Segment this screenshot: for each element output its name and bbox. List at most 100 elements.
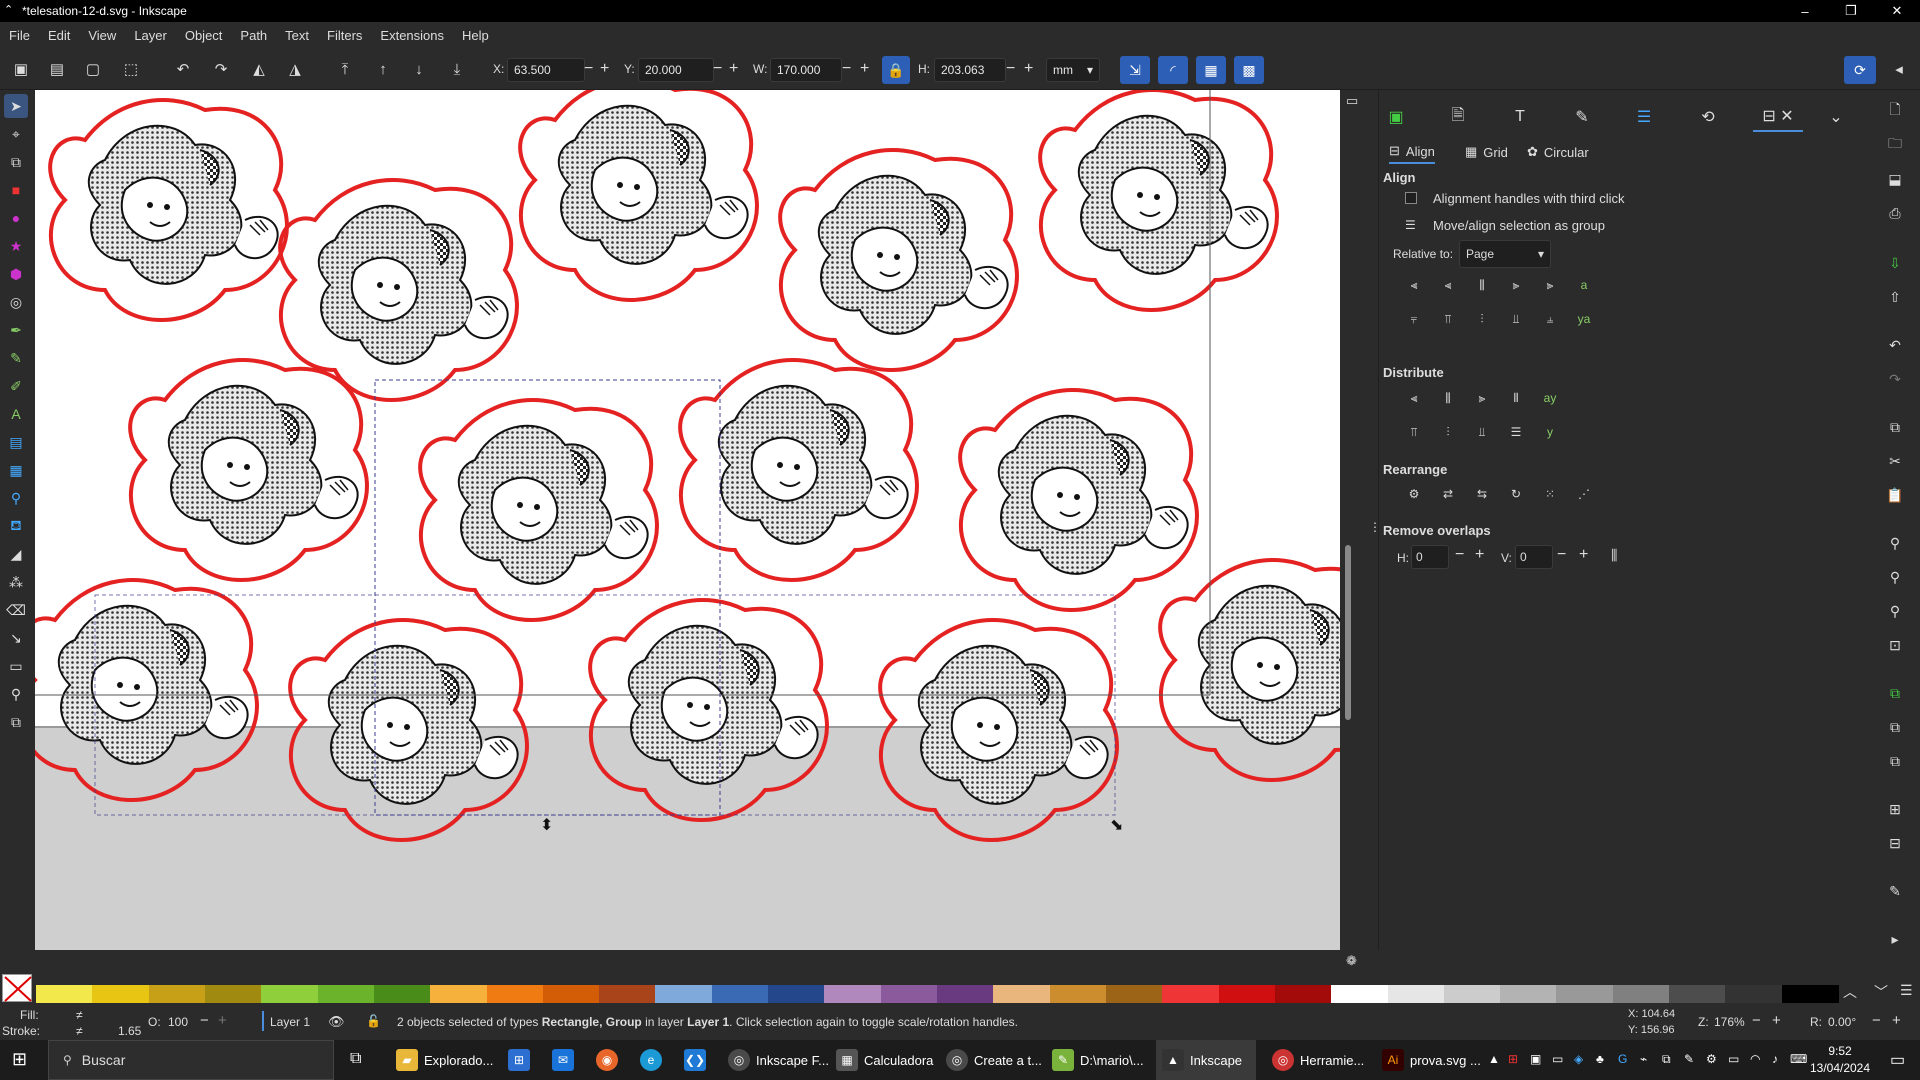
distribute-gaps-v-icon[interactable]: ☰ (1505, 421, 1527, 443)
task-calculator[interactable]: ▦ Calculadora (830, 1040, 939, 1080)
store-icon[interactable]: ⊞ (508, 1049, 530, 1071)
pages-tool-icon[interactable]: ⧉ (4, 710, 28, 734)
palette-swatch[interactable] (542, 985, 600, 1003)
palette-swatch[interactable] (92, 985, 150, 1003)
distribute-left-icon[interactable]: ⫷ (1403, 387, 1425, 409)
deselect-icon[interactable]: ▢ (80, 56, 106, 82)
flip-horizontal-icon[interactable]: ◭ (246, 56, 272, 82)
align-bottom-to-top-icon[interactable]: ⫧ (1403, 308, 1425, 330)
distribute-baseline-v-icon[interactable]: y (1539, 421, 1561, 443)
rotation-minus-icon[interactable]: − (1872, 1012, 1881, 1029)
canvas[interactable]: ⬍ ⬊ (35, 90, 1340, 950)
select-all-layers-icon[interactable]: ▤ (44, 56, 70, 82)
notifications-icon[interactable]: ▭ (1890, 1050, 1905, 1070)
tray-screen-icon[interactable]: ▣ (1530, 1052, 1541, 1066)
snap-menu-icon[interactable]: ◂ (1886, 56, 1912, 82)
search-box[interactable]: ⚲ Buscar (48, 1040, 334, 1080)
task-inkscape-forum[interactable]: ◎ Inkscape F... (722, 1040, 835, 1080)
y-field[interactable]: 20.000 (638, 58, 714, 82)
rotation-plus-icon[interactable]: + (1892, 1012, 1901, 1029)
palette-swatch[interactable] (1725, 985, 1783, 1003)
mail-icon[interactable]: ✉ (552, 1049, 574, 1071)
menu-text[interactable]: Text (276, 28, 318, 43)
align-left-icon[interactable]: ⫷ (1437, 274, 1459, 296)
group-align-icon[interactable]: ☰ (1405, 218, 1416, 232)
handles-checkbox[interactable] (1405, 192, 1417, 204)
connector-tool-icon[interactable]: ↘ (4, 626, 28, 650)
rotate-ccw-icon[interactable]: ↶ (170, 56, 196, 82)
distribute-baseline-icon[interactable]: ay (1539, 387, 1561, 409)
palette-swatch[interactable] (486, 985, 544, 1003)
palette-menu-icon[interactable]: ☰ (1900, 982, 1913, 999)
x-minus-icon[interactable]: − (584, 60, 593, 78)
group-icon[interactable]: ⊞ (1884, 798, 1906, 820)
overlap-h-plus-icon[interactable]: + (1475, 546, 1484, 564)
rearrange-exchange-z-icon[interactable]: ⇆ (1471, 483, 1493, 505)
lock-ratio-icon[interactable]: 🔒 (882, 56, 910, 84)
palette-swatch[interactable] (1274, 985, 1332, 1003)
more-icon[interactable]: ▸ (1884, 928, 1906, 950)
w-plus-icon[interactable]: + (860, 60, 869, 78)
palette-swatch[interactable] (824, 985, 882, 1003)
zoom-selection-icon[interactable]: ⚲ (1884, 532, 1906, 554)
rearrange-graph-icon[interactable]: ⚙ (1403, 483, 1425, 505)
current-layer[interactable]: Layer 1 (270, 1015, 310, 1029)
calligraphy-tool-icon[interactable]: ✐ (4, 374, 28, 398)
task-view-icon[interactable]: ⧉ (350, 1050, 361, 1068)
palette-swatch[interactable] (204, 985, 262, 1003)
tray-security-icon[interactable]: ◈ (1574, 1052, 1583, 1066)
h-plus-icon[interactable]: + (1024, 60, 1033, 78)
edit-icon[interactable]: ✎ (1884, 880, 1906, 902)
palette-swatch[interactable] (1443, 985, 1501, 1003)
y-minus-icon[interactable]: − (713, 60, 722, 78)
align-right-icon[interactable]: ⫸ (1505, 274, 1527, 296)
zoom-minus-icon[interactable]: − (1752, 1012, 1761, 1029)
stroke-indicator[interactable]: ≠ (76, 1024, 83, 1038)
fill-stroke-tab-icon[interactable]: ▣ (1379, 102, 1413, 132)
maximize-button[interactable]: ❐ (1828, 0, 1874, 22)
gradient-tool-icon[interactable]: ▤ (4, 430, 28, 454)
zoom-plus-icon[interactable]: + (1772, 1012, 1781, 1029)
menu-view[interactable]: View (79, 28, 125, 43)
palette-swatch[interactable] (1218, 985, 1276, 1003)
shape-builder-icon[interactable]: ⧉ (4, 150, 28, 174)
palette-swatch[interactable] (1500, 985, 1558, 1003)
color-manage-icon[interactable]: ❁ (1346, 953, 1357, 969)
star-tool-icon[interactable]: ★ (4, 234, 28, 258)
palette-swatch[interactable] (1556, 985, 1614, 1003)
menu-file[interactable]: File (0, 28, 39, 43)
h-field[interactable]: 203.063 (934, 58, 1006, 82)
paste-icon[interactable]: 📋 (1884, 484, 1906, 506)
rearrange-exchange-icon[interactable]: ⇄ (1437, 483, 1459, 505)
palette-swatch[interactable] (768, 985, 826, 1003)
palette-swatch[interactable] (1049, 985, 1107, 1003)
3d-box-tool-icon[interactable]: ⬢ (4, 262, 28, 286)
align-top-to-bottom-icon[interactable]: ⫨ (1539, 308, 1561, 330)
tray-pen-icon[interactable]: ✎ (1684, 1052, 1694, 1066)
tray-network-icon[interactable]: ♣ (1596, 1052, 1604, 1066)
scale-stroke-icon[interactable]: ⇲ (1120, 56, 1150, 84)
align-center-vertical-icon[interactable]: ⫼ (1471, 274, 1493, 296)
menu-filters[interactable]: Filters (318, 28, 371, 43)
zoom-page-icon[interactable]: ⚲ (1884, 600, 1906, 622)
document-tab-icon[interactable]: 🗎 (1441, 102, 1475, 132)
menu-path[interactable]: Path (231, 28, 276, 43)
palette-swatch[interactable] (599, 985, 657, 1003)
task-notepad[interactable]: ✎ D:\mario\... (1046, 1040, 1150, 1080)
layer-visibility-icon[interactable]: 👁 (328, 1014, 345, 1030)
w-field[interactable]: 170.000 (770, 58, 842, 82)
vscode-icon[interactable]: ❮❯ (684, 1049, 706, 1071)
menu-help[interactable]: Help (453, 28, 498, 43)
clock-date[interactable]: 13/04/2024 (1804, 1061, 1876, 1075)
palette-swatch[interactable] (1781, 985, 1839, 1003)
distribute-middle-icon[interactable]: ⫶ (1437, 421, 1459, 443)
new-document-icon[interactable]: 🗋 (1884, 100, 1906, 122)
relative-to-dropdown[interactable]: Page ▾ (1459, 240, 1551, 268)
select-all-icon[interactable]: ▣ (8, 56, 34, 82)
tray-usb-icon[interactable]: ⧉ (1662, 1052, 1671, 1067)
eraser-tool-icon[interactable]: ⌫ (4, 598, 28, 622)
task-explorer[interactable]: ▰ Explorado... (390, 1040, 499, 1080)
raise-to-top-icon[interactable]: ⤒ (332, 56, 358, 82)
task-herramientas[interactable]: ◎ Herramie... (1266, 1040, 1370, 1080)
save-icon[interactable]: ⬓ (1884, 168, 1906, 190)
